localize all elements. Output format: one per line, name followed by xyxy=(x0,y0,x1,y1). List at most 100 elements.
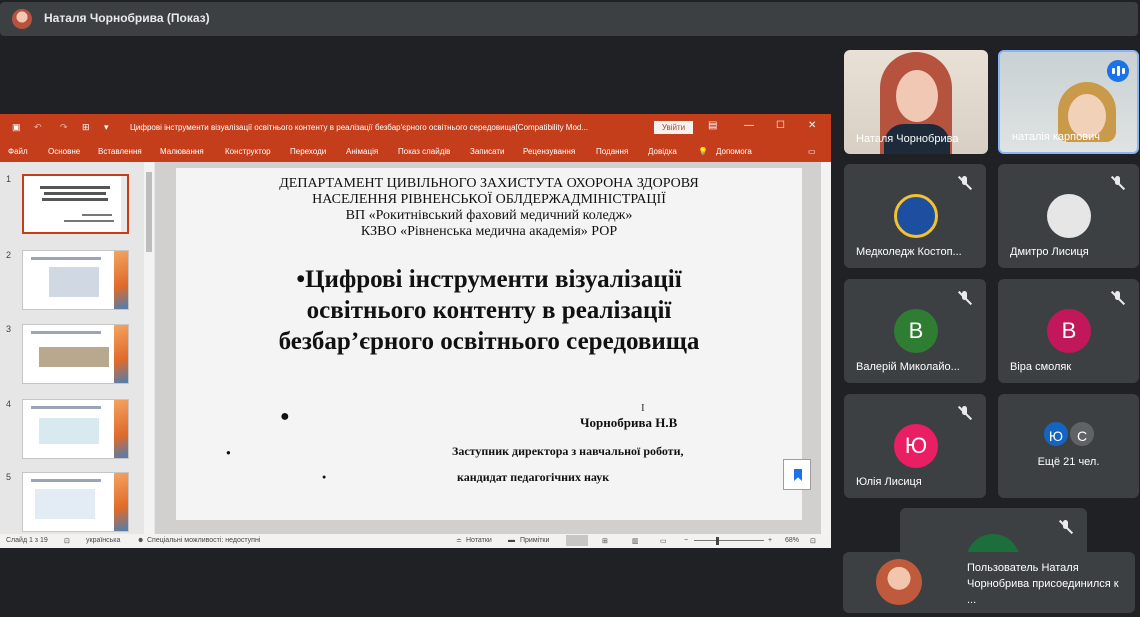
ribbon-display-icon[interactable]: ▤ xyxy=(708,120,717,131)
tab-record[interactable]: Записати xyxy=(470,147,505,156)
thumb-text-line xyxy=(31,257,101,260)
tab-file[interactable]: Файл xyxy=(8,147,28,156)
speaking-indicator xyxy=(1107,60,1129,82)
slide-title-line: безбар’єрного освітнього середовища xyxy=(278,328,700,355)
spellcheck-icon[interactable]: ⊡ xyxy=(64,537,70,545)
participant-tile-6[interactable]: В Віра смоляк xyxy=(998,279,1139,383)
tab-tell-me[interactable]: Допомога xyxy=(716,147,752,156)
thumb-text-line xyxy=(64,220,114,222)
tab-transitions[interactable]: Переходи xyxy=(290,147,326,156)
slide-thumb-1[interactable] xyxy=(22,174,129,234)
reading-view-icon[interactable]: ▥ xyxy=(632,537,639,545)
thumb-number: 5 xyxy=(6,472,12,482)
bullet: ● xyxy=(280,408,290,425)
slide-author: Чорнобрива Н.В xyxy=(580,415,678,430)
minimize-icon[interactable]: — xyxy=(744,120,754,131)
notes-icon[interactable]: ≐ xyxy=(456,537,462,545)
participant-tile-5[interactable]: В Валерій Миколайо... xyxy=(844,279,986,383)
powerpoint-window: ▣ ↶ ↷ ⊞ ▾ Цифрові інструменти візуалізац… xyxy=(0,114,831,548)
zoom-slider-thumb[interactable] xyxy=(716,537,719,545)
mic-off-icon xyxy=(958,406,972,420)
tab-review[interactable]: Рецензування xyxy=(523,147,575,156)
slide-counter: Слайд 1 з 19 xyxy=(6,537,48,544)
presenter-bar: Наталя Чорнобрива (Показ) xyxy=(0,0,1140,38)
tab-home[interactable]: Основне xyxy=(48,147,80,156)
notes-button[interactable]: Нотатки xyxy=(466,537,492,544)
bookmark-button[interactable] xyxy=(783,459,811,490)
redo-icon[interactable]: ↷ xyxy=(60,122,68,133)
thumb-decoration xyxy=(114,473,128,531)
comments-button[interactable]: Примітки xyxy=(520,537,549,544)
slide-thumb-2[interactable] xyxy=(22,250,129,310)
slide-position: Заступник директора з навчальної роботи, xyxy=(452,444,684,458)
fit-slide-icon[interactable]: ⊡ xyxy=(810,537,816,545)
signin-button[interactable]: Увійти xyxy=(654,121,693,134)
thumb-text-line xyxy=(31,479,101,482)
comments-icon[interactable]: ▭ xyxy=(808,147,816,156)
thumb-text-line xyxy=(44,192,106,195)
participant-name: наталія карпович xyxy=(1012,131,1100,143)
participant-name: Наталя Чорнобрива xyxy=(856,133,959,145)
slide-header-line: КЗВО «Рівненська медична академія» РОР xyxy=(360,224,618,239)
slide-thumb-3[interactable] xyxy=(22,324,129,384)
scroll-knob[interactable] xyxy=(146,172,152,252)
sorter-view-icon[interactable]: ⊞ xyxy=(602,537,608,545)
save-icon[interactable]: ▣ xyxy=(12,122,21,133)
slide-title-line: освітнього контенту в реалізації xyxy=(306,297,672,324)
tab-design[interactable]: Конструктор xyxy=(225,147,271,156)
thumb-decoration xyxy=(114,400,128,458)
slide-thumb-4[interactable] xyxy=(22,399,129,459)
bookmark-icon xyxy=(794,469,802,481)
tab-view[interactable]: Подання xyxy=(596,147,628,156)
participant-name: Медколедж Костоп... xyxy=(856,246,962,258)
zoom-in-icon[interactable]: + xyxy=(768,537,772,544)
presenter-bar-inner: Наталя Чорнобрива (Показ) xyxy=(0,2,1138,36)
zoom-slider[interactable] xyxy=(694,540,764,541)
thumb-image xyxy=(35,489,95,519)
more-avatar-1: Ю xyxy=(1042,420,1070,448)
customize-qat-icon[interactable]: ▾ xyxy=(104,122,109,133)
slide-editor: ДЕПАРТАМЕНТ ЦИВІЛЬНОГО ЗАХИСТУТА ОХОРОНА… xyxy=(155,162,821,534)
letter-avatar: В xyxy=(1047,309,1091,353)
slide-header-line: НАСЕЛЕННЯ РІВНЕНСЬКОЇ ОБЛДЕРЖАДМІНІСТРАЦ… xyxy=(312,192,666,207)
tab-animations[interactable]: Анімація xyxy=(346,147,378,156)
undo-icon[interactable]: ↶ xyxy=(34,122,42,133)
participant-name: Дмитро Лисиця xyxy=(1010,246,1089,258)
slide-scrollbar[interactable] xyxy=(821,162,831,534)
slideshow-view-icon[interactable]: ▭ xyxy=(660,537,667,545)
participant-tile-partial[interactable] xyxy=(900,508,1087,552)
presenter-avatar xyxy=(12,9,32,29)
zoom-level[interactable]: 68% xyxy=(785,537,799,544)
participant-video-2[interactable]: наталія карпович xyxy=(998,50,1139,154)
participant-tile-7[interactable]: Ю Юлія Лисиця xyxy=(844,394,986,498)
participant-name: Валерій Миколайо... xyxy=(856,361,960,373)
partial-avatar xyxy=(966,534,1020,552)
current-slide[interactable]: ДЕПАРТАМЕНТ ЦИВІЛЬНОГО ЗАХИСТУТА ОХОРОНА… xyxy=(176,168,802,520)
tab-draw[interactable]: Малювання xyxy=(160,147,204,156)
normal-view-button[interactable] xyxy=(566,535,588,546)
letter-avatar: В xyxy=(894,309,938,353)
participant-tile-3[interactable]: Медколедж Костоп... xyxy=(844,164,986,268)
close-icon[interactable]: ✕ xyxy=(808,120,816,131)
language-status[interactable]: українська xyxy=(86,537,120,544)
more-participants-tile[interactable]: Ю С Ещё 21 чел. xyxy=(998,394,1139,498)
thumb-text-line xyxy=(82,214,112,216)
thumbnail-scrollbar[interactable] xyxy=(144,162,154,534)
tab-slideshow[interactable]: Показ слайдів xyxy=(398,147,450,156)
thumb-number: 3 xyxy=(6,324,12,334)
tab-insert[interactable]: Вставлення xyxy=(98,147,142,156)
slide-header-line: ВП «Рокитнівський фаховий медичний колед… xyxy=(345,208,633,223)
ribbon-tabs: Файл Основне Вставлення Малювання Констр… xyxy=(0,142,831,162)
comments-status-icon[interactable]: ▬ xyxy=(508,537,515,544)
join-notification[interactable]: Пользователь Наталя Чорнобрива присоедин… xyxy=(843,552,1135,613)
accessibility-status[interactable]: Спеціальні можливості: недоступні xyxy=(147,537,260,544)
start-from-beginning-icon[interactable]: ⊞ xyxy=(82,122,90,133)
maximize-icon[interactable]: ☐ xyxy=(776,120,785,131)
zoom-out-icon[interactable]: − xyxy=(684,537,688,544)
participant-tile-4[interactable]: Дмитро Лисиця xyxy=(998,164,1139,268)
bullet: ● xyxy=(226,448,231,457)
accessibility-icon[interactable]: ☻ xyxy=(137,537,144,544)
tab-help[interactable]: Довідка xyxy=(648,147,677,156)
slide-thumb-5[interactable] xyxy=(22,472,129,532)
participant-video-1[interactable]: Наталя Чорнобрива xyxy=(844,50,988,154)
